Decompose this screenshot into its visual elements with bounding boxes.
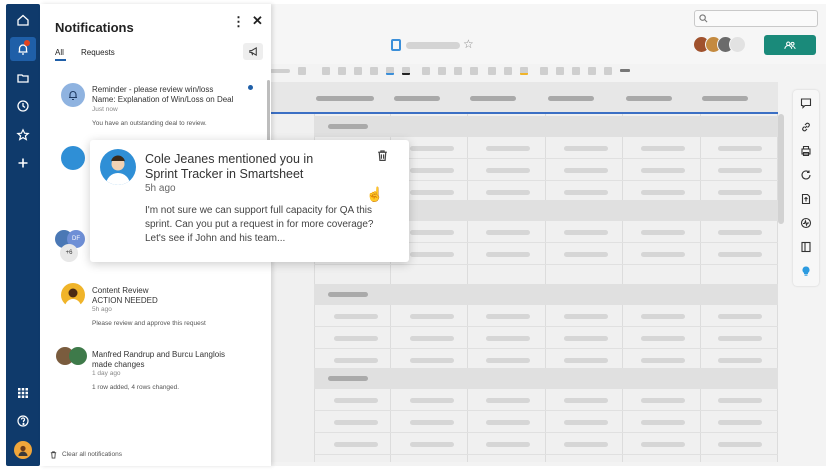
group-row[interactable] <box>314 368 778 389</box>
notification-subtitle[interactable]: ACTION NEEDED <box>92 296 158 306</box>
toolbar-item[interactable] <box>588 67 596 75</box>
home-icon[interactable] <box>6 8 40 32</box>
panel-title: Notifications <box>55 20 134 35</box>
active-tab-indicator <box>55 59 66 61</box>
sheet-title-placeholder <box>406 42 460 49</box>
avatar <box>61 283 85 307</box>
notification-time: 1 day ago <box>92 370 121 377</box>
close-icon[interactable]: ✕ <box>252 13 263 29</box>
avatar <box>61 146 85 170</box>
lightbulb-icon[interactable] <box>799 264 813 278</box>
clear-all-button[interactable]: Clear all notifications <box>49 450 122 459</box>
star-icon[interactable] <box>6 123 40 147</box>
share-button[interactable] <box>764 35 816 55</box>
table-row[interactable] <box>314 412 778 433</box>
unread-indicator <box>248 85 253 90</box>
notification-title[interactable]: Manfred Randrup and Burcu Langlois <box>92 350 225 360</box>
tab-requests[interactable]: Requests <box>81 48 115 57</box>
print-icon[interactable] <box>799 144 813 158</box>
notification-time: 5h ago <box>92 306 112 313</box>
notification-subtitle[interactable]: Name: Explanation of Win/Loss on Deal <box>92 95 233 105</box>
notification-title[interactable]: Reminder - please review win/loss <box>92 85 213 95</box>
toolbar-item[interactable] <box>298 67 306 75</box>
notification-title[interactable]: Content Review <box>92 286 148 296</box>
clear-all-label: Clear all notifications <box>62 451 122 458</box>
sheet-grid <box>270 82 778 462</box>
more-options-icon[interactable] <box>620 69 630 72</box>
favorite-star-icon[interactable]: ☆ <box>463 37 474 51</box>
tab-all[interactable]: All <box>55 48 64 57</box>
user-avatar[interactable] <box>14 441 32 459</box>
help-icon[interactable] <box>6 409 40 433</box>
mention-popover[interactable]: Cole Jeanes mentioned you in Sprint Trac… <box>90 140 409 262</box>
plus-icon[interactable] <box>6 151 40 175</box>
sheet-icon <box>391 39 401 51</box>
popover-time: 5h ago <box>145 183 176 194</box>
toolbar-item[interactable] <box>488 67 496 75</box>
avatar <box>69 347 87 365</box>
notification-body: You have an outstanding deal to review. <box>92 120 207 127</box>
hand-cursor-icon: ☝ <box>366 186 384 202</box>
refresh-icon[interactable] <box>799 168 813 182</box>
notification-time: Just now <box>92 106 118 113</box>
notification-subtitle[interactable]: made changes <box>92 360 144 370</box>
toolbar-item[interactable] <box>454 67 462 75</box>
table-row[interactable] <box>314 390 778 411</box>
comment-icon[interactable] <box>799 96 813 110</box>
notification-badge <box>24 40 30 46</box>
toolbar-item[interactable] <box>572 67 580 75</box>
column-headers <box>270 82 778 114</box>
upload-icon[interactable] <box>799 192 813 206</box>
notification-body: Please review and approve this request <box>92 320 206 327</box>
toolbar-item[interactable] <box>338 67 346 75</box>
toolbar-item[interactable] <box>354 67 362 75</box>
formatting-toolbar <box>270 64 690 78</box>
table-row[interactable] <box>314 306 778 327</box>
toolbar-item[interactable] <box>520 67 528 75</box>
popover-title: Cole Jeanes mentioned you in Sprint Trac… <box>145 152 314 181</box>
toolbar-item[interactable] <box>386 67 394 75</box>
toolbar-item[interactable] <box>322 67 330 75</box>
sender-avatar <box>100 149 136 185</box>
toolbar-item[interactable] <box>556 67 564 75</box>
folder-icon[interactable] <box>6 66 40 90</box>
group-row[interactable] <box>314 116 778 137</box>
panel-icon[interactable] <box>799 240 813 254</box>
avatar <box>729 36 746 53</box>
toolbar-item[interactable] <box>604 67 612 75</box>
toolbar-item[interactable] <box>470 67 478 75</box>
toolbar-item[interactable] <box>540 67 548 75</box>
activity-icon[interactable] <box>799 216 813 230</box>
popover-body: I'm not sure we can support full capacit… <box>145 205 374 244</box>
table-row[interactable] <box>314 434 778 455</box>
notification-body: 1 row added, 4 rows changed. <box>92 384 180 391</box>
right-toolbar <box>793 90 819 286</box>
trash-icon[interactable] <box>376 149 389 167</box>
toolbar-item[interactable] <box>438 67 446 75</box>
table-row[interactable] <box>314 328 778 349</box>
apps-grid-icon[interactable] <box>6 381 40 405</box>
megaphone-icon[interactable] <box>243 43 263 60</box>
toolbar-item[interactable] <box>504 67 512 75</box>
group-row[interactable] <box>314 284 778 305</box>
toolbar-item[interactable] <box>402 67 410 75</box>
reminder-bell-icon <box>61 83 85 107</box>
toolbar-item[interactable] <box>422 67 430 75</box>
sheet-scrollbar[interactable] <box>778 114 784 224</box>
clock-icon[interactable] <box>6 94 40 118</box>
search-input[interactable] <box>694 10 818 27</box>
toolbar-item[interactable] <box>370 67 378 75</box>
toolbar-item[interactable] <box>270 69 290 73</box>
left-nav-rail <box>6 4 40 466</box>
link-icon[interactable] <box>799 120 813 134</box>
more-avatars-count: +6 <box>60 244 78 262</box>
more-options-icon[interactable]: ⋮ <box>232 14 245 30</box>
bell-icon[interactable] <box>10 37 36 61</box>
collaborator-avatars[interactable] <box>693 36 746 53</box>
